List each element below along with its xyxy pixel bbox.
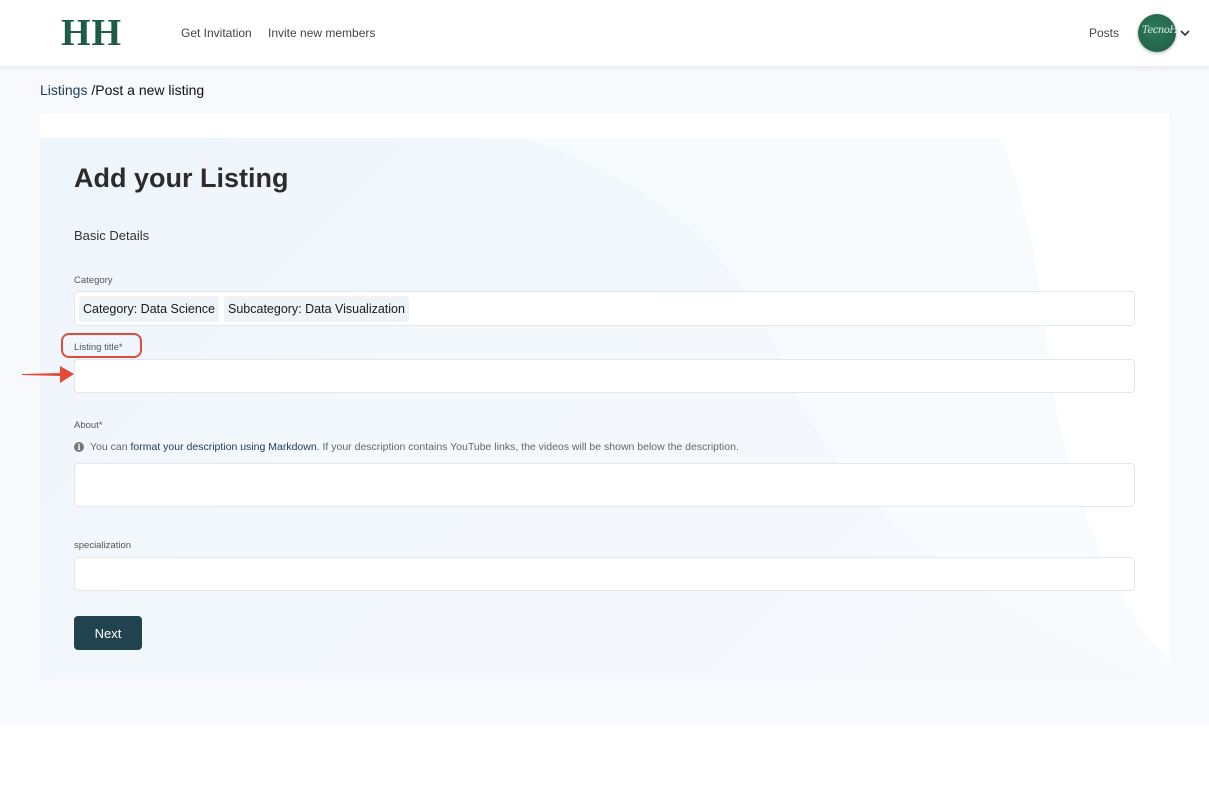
breadcrumb-listings-link[interactable]: Listings <box>40 82 87 98</box>
specialization-label: specialization <box>74 540 132 551</box>
top-header: HH Get Invitation Invite new members Pos… <box>0 0 1209 66</box>
info-icon: i <box>74 442 84 452</box>
listing-title-input[interactable] <box>74 359 1135 393</box>
category-field[interactable]: Category: Data Science Subcategory: Data… <box>74 291 1135 326</box>
listing-form-card <box>40 113 1169 678</box>
section-basic-details: Basic Details <box>74 228 150 243</box>
markdown-help-link[interactable]: format your description using Markdown <box>131 441 317 453</box>
avatar-label: TecnoHub <box>1142 25 1176 36</box>
specialization-input[interactable] <box>74 557 1135 591</box>
user-avatar[interactable]: TecnoHub <box>1138 14 1176 52</box>
page-title: Add your Listing <box>74 163 289 193</box>
category-chip: Category: Data Science <box>79 296 220 322</box>
nav-invite-new-members[interactable]: Invite new members <box>268 26 375 40</box>
subcategory-chip: Subcategory: Data Visualization <box>224 296 409 322</box>
about-label: About* <box>74 420 103 431</box>
nav-posts[interactable]: Posts <box>1089 26 1119 40</box>
category-label: Category <box>74 275 113 286</box>
markdown-hint: i You can format your description using … <box>74 441 739 453</box>
hint-suffix: . If your description contains YouTube l… <box>316 441 739 453</box>
breadcrumb: Listings /Post a new listing <box>40 82 204 98</box>
site-logo[interactable]: HH <box>61 13 122 53</box>
nav-get-invitation[interactable]: Get Invitation <box>181 26 252 40</box>
breadcrumb-current: Post a new listing <box>95 82 205 98</box>
hint-prefix: You can <box>90 441 128 453</box>
annotation-highlight-box <box>61 333 142 358</box>
about-textarea[interactable] <box>74 463 1135 507</box>
chevron-down-icon[interactable] <box>1179 27 1191 39</box>
next-button[interactable]: Next <box>74 616 142 650</box>
annotation-arrow-icon <box>22 366 74 383</box>
